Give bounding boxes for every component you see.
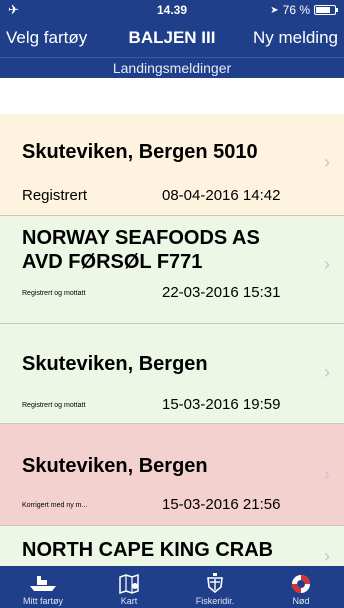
chevron-right-icon: › — [324, 362, 330, 382]
message-date: 08-04-2016 14:42 — [162, 187, 281, 204]
emblem-icon — [204, 572, 226, 596]
message-status: Registrert og mottatt — [22, 290, 86, 297]
landing-location: Skuteviken, Bergen — [22, 353, 208, 375]
chevron-right-icon: › — [324, 254, 330, 274]
landing-location: Skuteviken, Bergen — [22, 455, 208, 477]
location-icon: ➤ — [270, 4, 279, 16]
navigation-bar: Velg fartøy BALJEN III Ny melding Landin… — [0, 20, 344, 78]
message-date: 15-03-2016 21:56 — [162, 496, 281, 513]
tab-my-vessel[interactable]: Mitt fartøy — [0, 566, 86, 608]
landing-location: NORTH CAPE KING CRAB — [22, 539, 274, 561]
select-vessel-button[interactable]: Velg fartøy — [6, 28, 87, 48]
chevron-right-icon: › — [324, 152, 330, 172]
chevron-right-icon: › — [324, 546, 330, 566]
message-date: 15-03-2016 19:59 — [162, 396, 281, 413]
landing-message-row[interactable]: Skuteviken, Bergen Korrigert med ny m... 1… — [0, 424, 344, 526]
landing-location: Skuteviken, Bergen 5010 — [22, 141, 258, 163]
tab-fiskeridir[interactable]: Fiskeridir. — [172, 566, 258, 608]
message-status: Registrert og mottatt — [22, 402, 86, 409]
battery-icon — [314, 5, 338, 15]
landing-message-row[interactable]: Skuteviken, Bergen 5010 Registrert 08-04-2… — [0, 114, 344, 216]
chevron-right-icon: › — [324, 464, 330, 484]
battery-indicator: ➤ 76 % — [270, 3, 338, 17]
landing-message-row[interactable]: NORWAY SEAFOODS AS AVD FØRSØL F771 Regist… — [0, 216, 344, 324]
landing-message-row[interactable]: Skuteviken, Bergen Registrert og mottatt 1… — [0, 324, 344, 424]
status-bar: ✈ 14.39 ➤ 76 % — [0, 0, 344, 20]
message-status: Korrigert med ny m... — [22, 502, 88, 509]
battery-percent: 76 % — [282, 3, 310, 17]
landing-message-row[interactable]: NORTH CAPE KING CRAB › — [0, 526, 344, 566]
new-message-button[interactable]: Ny melding — [253, 28, 338, 48]
map-icon — [117, 572, 141, 596]
message-date: 22-03-2016 15:31 — [162, 284, 281, 301]
tab-bar: Mitt fartøy Kart Fiskeridir. Nød — [0, 566, 344, 608]
tab-label: Kart — [120, 596, 138, 606]
boat-icon — [28, 572, 58, 596]
message-status: Registrert — [22, 187, 88, 204]
landing-location: NORWAY SEAFOODS AS AVD FØRSØL F771 — [22, 227, 260, 273]
tab-label: Nød — [292, 596, 310, 606]
lifebuoy-icon — [289, 572, 313, 596]
tab-emergency[interactable]: Nød — [258, 566, 344, 608]
tab-map[interactable]: Kart — [86, 566, 172, 608]
tab-label: Fiskeridir. — [195, 596, 235, 606]
section-title: Landingsmeldinger — [0, 57, 344, 79]
landing-list[interactable]: Skuteviken, Bergen 5010 Registrert 08-04-2… — [0, 114, 344, 566]
tab-label: Mitt fartøy — [23, 596, 63, 606]
